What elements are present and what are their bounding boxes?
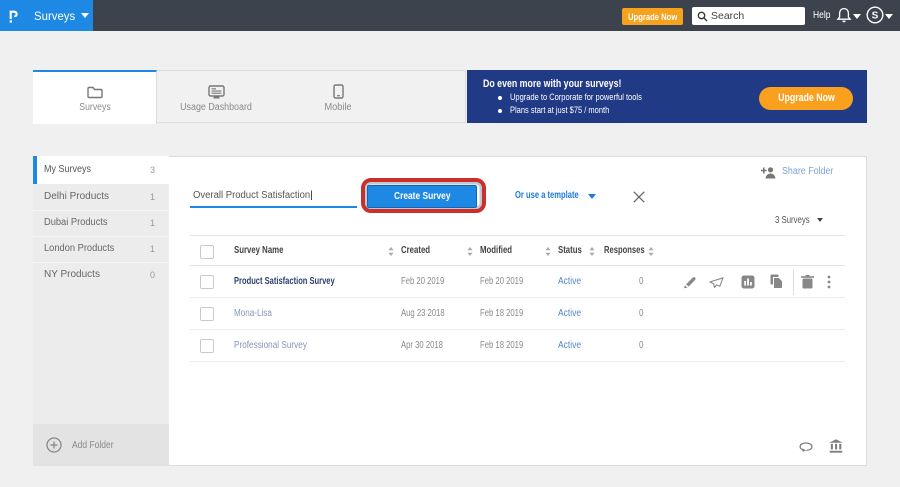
svg-text:S: S: [872, 11, 879, 22]
